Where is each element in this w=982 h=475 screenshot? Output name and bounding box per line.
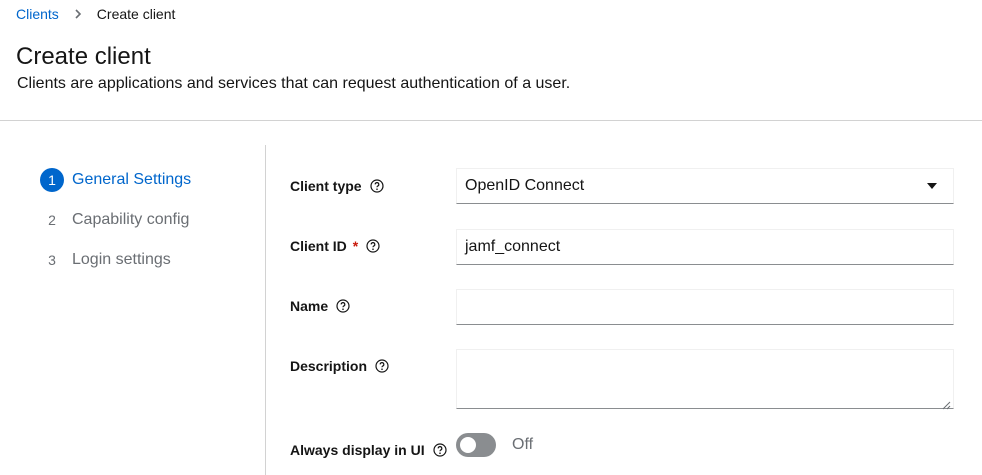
description-textarea[interactable] (456, 349, 954, 410)
breadcrumb: Clients Create client (16, 5, 175, 23)
breadcrumb-current: Create client (96, 6, 176, 22)
caret-down-icon (927, 183, 937, 189)
always-display-label-text: Always display in UI (290, 442, 425, 458)
wizard-step-general-settings[interactable]: 1 General Settings (40, 168, 250, 192)
toggle-knob (460, 437, 476, 453)
step-number: 1 (40, 168, 64, 192)
always-display-row: Always display in UI (290, 442, 447, 458)
client-type-value: OpenID Connect (465, 177, 585, 194)
description-label: Description (290, 358, 389, 374)
name-label: Name (290, 298, 350, 314)
client-type-select[interactable]: OpenID Connect (456, 168, 954, 204)
help-icon[interactable] (375, 359, 389, 373)
client-id-value: jamf_connect (465, 238, 561, 255)
client-id-row: Client ID * (290, 238, 380, 254)
required-indicator: * (352, 238, 359, 254)
wizard-step-capability-config[interactable]: 2 Capability config (40, 208, 250, 232)
name-label-text: Name (290, 298, 329, 314)
description-label-text: Description (290, 358, 368, 374)
help-icon[interactable] (366, 239, 380, 253)
client-type-label-text: Client type (290, 178, 362, 194)
name-row: Name (290, 298, 350, 314)
step-label: General Settings (72, 171, 192, 188)
resize-grip-icon[interactable] (942, 397, 951, 410)
wizard-divider (265, 145, 266, 475)
step-label: Login settings (72, 251, 171, 268)
client-id-label: Client ID * (290, 238, 380, 254)
name-input[interactable] (456, 289, 954, 325)
page-description: Clients are applications and services th… (17, 75, 571, 92)
always-display-state: Off (512, 436, 534, 453)
client-type-label: Client type (290, 178, 384, 194)
help-icon[interactable] (369, 179, 384, 193)
wizard-step-login-settings[interactable]: 3 Login settings (40, 248, 250, 272)
breadcrumb-clients-link[interactable]: Clients (16, 5, 59, 23)
client-id-input[interactable]: jamf_connect (456, 229, 954, 265)
client-id-label-text: Client ID (290, 238, 347, 254)
help-icon[interactable] (336, 299, 350, 313)
chevron-right-icon (71, 7, 85, 21)
help-icon[interactable] (433, 443, 447, 457)
header-divider (0, 120, 982, 121)
always-display-label: Always display in UI (290, 442, 447, 458)
page-title: Create client (16, 43, 151, 70)
step-number: 3 (48, 252, 56, 268)
always-display-switch-row: Off (456, 433, 533, 457)
description-row: Description (290, 358, 389, 374)
wizard-nav: 1 General Settings 2 Capability config 3… (40, 168, 250, 288)
step-number: 2 (48, 212, 56, 228)
step-label: Capability config (72, 211, 190, 228)
always-display-toggle[interactable] (456, 433, 496, 457)
client-type-row: Client type (290, 178, 384, 194)
